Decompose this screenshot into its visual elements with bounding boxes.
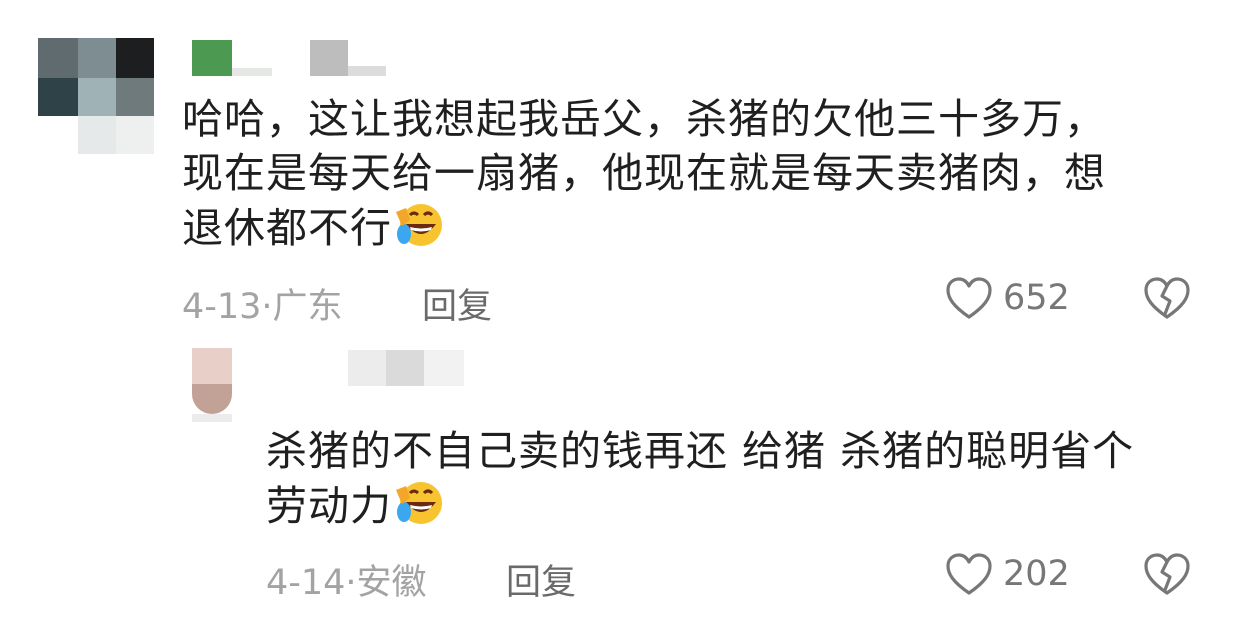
broken-heart-icon: [1144, 277, 1190, 319]
reply-button[interactable]: 回复: [422, 278, 492, 329]
like-count: 202: [1003, 554, 1070, 594]
comment-line: 哈哈，这让我想起我岳父，杀猪的欠他三十多万，: [182, 95, 1106, 143]
laughing-crying-emoji-icon: [394, 200, 444, 263]
comment-line-last: 退休都不行: [182, 200, 1106, 263]
comment-line: 现在是每天给一扇猪，他现在就是每天卖猪肉，想: [182, 149, 1106, 197]
reply-button[interactable]: 回复: [506, 554, 576, 605]
avatar[interactable]: [192, 348, 236, 424]
broken-heart-icon: [1144, 553, 1190, 595]
reply-line: 劳动力: [266, 482, 392, 530]
reply-date-location: 4-14·安徽: [266, 563, 427, 603]
reply-text: 杀猪的不自己卖的钱再还 给猪 杀猪的聪明省个 劳动力: [266, 424, 1134, 541]
like-button[interactable]: [945, 552, 993, 598]
heart-outline-icon: [946, 553, 992, 595]
reply-line: 杀猪的不自己卖的钱再还 给猪 杀猪的聪明省个: [266, 427, 1135, 475]
comment-text: 哈哈，这让我想起我岳父，杀猪的欠他三十多万， 现在是每天给一扇猪，他现在就是每天…: [182, 92, 1106, 263]
avatar[interactable]: [38, 38, 156, 156]
username[interactable]: [192, 40, 392, 80]
comment-date-location: 4-13·广东: [182, 287, 343, 327]
username[interactable]: [348, 350, 468, 390]
dislike-button[interactable]: [1143, 276, 1191, 322]
like-button[interactable]: [945, 276, 993, 322]
heart-outline-icon: [946, 277, 992, 319]
dislike-button[interactable]: [1143, 552, 1191, 598]
reply-line-last: 劳动力: [266, 478, 1134, 541]
like-count: 652: [1003, 278, 1070, 318]
comment-line: 退休都不行: [182, 204, 392, 252]
laughing-crying-emoji-icon: [394, 478, 444, 541]
